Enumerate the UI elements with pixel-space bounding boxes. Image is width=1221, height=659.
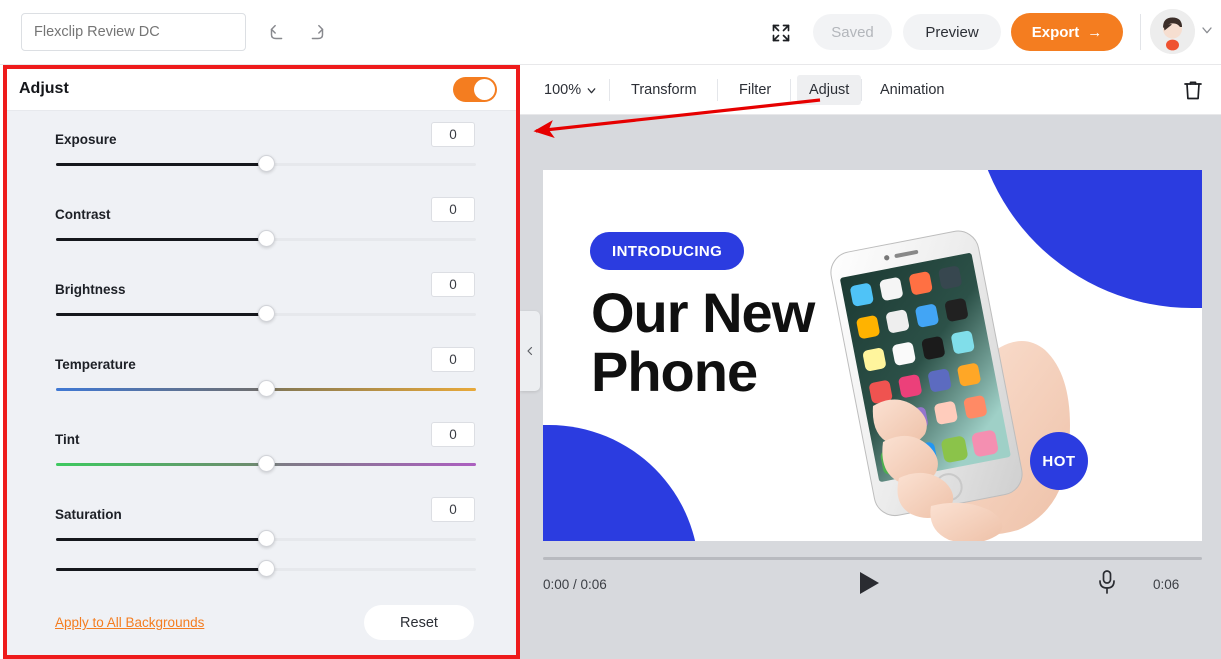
slider-track[interactable]: [56, 230, 476, 249]
adjust-panel-header: Adjust: [7, 69, 516, 111]
slider-label: Brightness: [55, 282, 126, 297]
collapse-panel-button[interactable]: [520, 311, 540, 391]
trash-icon: [1184, 81, 1202, 100]
slider-value-input[interactable]: 0: [431, 197, 475, 222]
slider-saturation: Saturation 0: [7, 486, 516, 561]
editor-area: 100% Transform Filter Adjust Animation I…: [520, 65, 1221, 659]
slider-value-input[interactable]: 0: [431, 122, 475, 147]
slider-track-fill: [56, 313, 266, 316]
tabbar-divider: [861, 79, 862, 101]
slider-brightness: Brightness 0: [7, 261, 516, 336]
undo-icon[interactable]: [263, 19, 291, 47]
slider-thumb[interactable]: [258, 155, 275, 172]
slider-label: Temperature: [55, 357, 136, 372]
flexclip-editor: Saved Preview Export → 1: [0, 0, 1221, 659]
slider-track[interactable]: [56, 155, 476, 174]
tab-transform[interactable]: Transform: [619, 75, 709, 105]
headline-line-1: Our New: [591, 281, 815, 344]
tabbar-divider: [790, 79, 791, 101]
slider-track-fill: [56, 538, 266, 541]
slider-thumb[interactable]: [258, 305, 275, 322]
reset-button[interactable]: Reset: [364, 605, 474, 640]
slider-thumb[interactable]: [258, 530, 275, 547]
chevron-down-icon: [587, 87, 596, 93]
slider-exposure: Exposure 0: [7, 111, 516, 186]
introducing-badge: INTRODUCING: [590, 232, 745, 270]
slider-value-input[interactable]: 0: [431, 347, 475, 372]
slider-list: Exposure 0 Contrast 0 Brightness 0 Tempe…: [7, 111, 516, 611]
slider-track-fill: [56, 568, 266, 571]
slider-temperature: Temperature 0: [7, 336, 516, 411]
delete-button[interactable]: [1181, 78, 1207, 104]
avatar[interactable]: [1150, 9, 1195, 54]
panel-title: Adjust: [19, 80, 69, 97]
avatar-chevron-down-icon[interactable]: [1199, 22, 1215, 38]
tabbar-divider: [717, 79, 718, 101]
redo-icon[interactable]: [303, 19, 331, 47]
headline-line-2: Phone: [591, 340, 758, 403]
slider-tint: Tint 0: [7, 411, 516, 486]
property-tabbar: 100% Transform Filter Adjust Animation: [520, 65, 1221, 115]
slider-value-input[interactable]: 0: [431, 497, 475, 522]
tab-filter[interactable]: Filter: [727, 75, 783, 105]
zoom-level-selector[interactable]: 100%: [544, 79, 598, 101]
hot-badge: HOT: [1030, 432, 1088, 490]
slider-label: Exposure: [55, 132, 117, 147]
slider-track[interactable]: [56, 305, 476, 324]
toggle-knob: [474, 79, 495, 100]
adjust-enable-toggle[interactable]: [453, 77, 497, 102]
toolbar-divider: [1140, 14, 1141, 50]
tabbar-divider: [609, 79, 610, 101]
top-toolbar: Saved Preview Export →: [0, 0, 1221, 65]
tab-animation[interactable]: Animation: [868, 75, 956, 105]
microphone-icon: [1099, 570, 1115, 594]
project-name-input[interactable]: [21, 13, 246, 51]
slider-value-input[interactable]: 0: [431, 272, 475, 297]
time-current-total: 0:00 / 0:06: [543, 577, 607, 592]
zoom-level-label: 100%: [544, 82, 582, 98]
slider-label: Contrast: [55, 207, 111, 222]
video-canvas[interactable]: INTRODUCING Our New Phone HOT: [543, 170, 1202, 541]
slider-contrast: Contrast 0: [7, 186, 516, 261]
preview-button[interactable]: Preview: [903, 14, 1001, 50]
headline-text: Our New Phone: [591, 283, 891, 401]
slider-track[interactable]: [56, 380, 476, 399]
slider-track[interactable]: [56, 455, 476, 474]
slider-label: Tint: [55, 432, 80, 447]
slider-track[interactable]: [56, 560, 476, 579]
slider-label: Saturation: [55, 507, 122, 522]
chevron-left-icon: [527, 346, 533, 356]
slider-thumb[interactable]: [258, 455, 275, 472]
play-button[interactable]: [856, 569, 884, 599]
slider-thumb[interactable]: [258, 380, 275, 397]
arrow-right-icon: →: [1087, 23, 1103, 41]
slider-track-fill: [56, 238, 266, 241]
microphone-button[interactable]: [1095, 569, 1121, 597]
total-duration: 0:06: [1153, 577, 1180, 592]
fullscreen-icon[interactable]: [767, 19, 795, 47]
seek-bar[interactable]: [543, 557, 1202, 560]
adjust-panel: Adjust Exposure 0 Contrast 0 Brightness …: [3, 65, 520, 659]
slider-value-input[interactable]: 0: [431, 422, 475, 447]
adjust-panel-footer: Apply to All Backgrounds Reset: [7, 595, 516, 655]
slider-thumb[interactable]: [258, 560, 275, 577]
decorative-blue-shape-bottom-left: [543, 425, 699, 541]
slider-thumb[interactable]: [258, 230, 275, 247]
slider-track[interactable]: [56, 530, 476, 549]
export-label: Export: [1031, 23, 1080, 41]
tab-adjust[interactable]: Adjust: [797, 75, 862, 105]
export-button[interactable]: Export →: [1011, 13, 1123, 51]
saved-status: Saved: [813, 14, 892, 50]
slider-track-fill: [56, 163, 266, 166]
play-icon: [860, 572, 879, 594]
apply-to-all-backgrounds-link[interactable]: Apply to All Backgrounds: [55, 615, 204, 630]
